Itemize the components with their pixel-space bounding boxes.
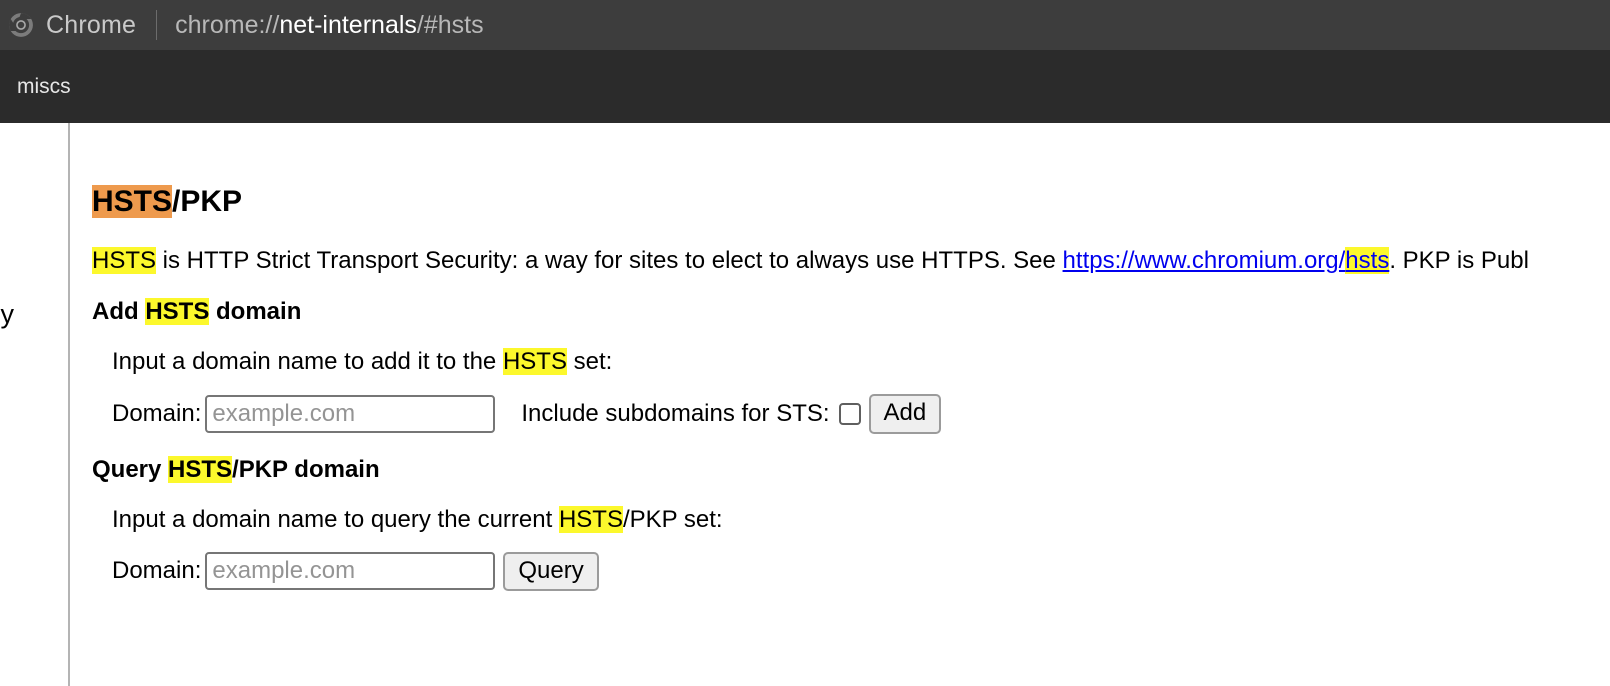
app-name: Chrome (46, 10, 137, 39)
add-button[interactable]: Add (868, 394, 942, 434)
query-domain-input[interactable] (205, 552, 496, 591)
include-subdomains-checkbox[interactable] (838, 402, 861, 425)
window-titlebar: Chrome chrome://net-internals/#hsts (0, 0, 1610, 50)
query-heading-part-2: /PKP domain (232, 455, 380, 483)
find-match: HSTS (502, 348, 567, 375)
description-text-2: . PKP is Publ (1389, 247, 1529, 274)
url-host: net-internals (279, 10, 417, 39)
tab-miscs[interactable]: miscs (13, 69, 75, 105)
add-heading-part-2: domain (209, 298, 302, 325)
find-match: hsts (1345, 247, 1390, 274)
url-prefix: chrome:// (175, 10, 280, 39)
url-text: chrome://net-internals/#hsts (175, 11, 483, 40)
page-title-rest: /PKP (172, 185, 243, 218)
sidebar-item-domain-security-policy[interactable]: olicy (0, 299, 14, 330)
description-text-1: is HTTP Strict Transport Security: a way… (156, 247, 1063, 274)
add-heading-part-1: Add (92, 298, 146, 325)
chromium-hsts-link[interactable]: https://www.chromium.org/hsts (1063, 247, 1390, 274)
query-hsts-section: Input a domain name to query the current… (92, 505, 1610, 592)
page-body: olicy HSTS/PKP HSTS is HTTP Strict Trans… (0, 123, 1610, 686)
add-domain-input[interactable] (205, 394, 496, 433)
chrome-logo-icon (9, 13, 33, 37)
add-hint-part-1: Input a domain name to add it to the (112, 348, 503, 375)
titlebar-divider (156, 10, 158, 40)
find-match: HSTS (558, 505, 623, 533)
query-hint-part-1: Input a domain name to query the current (112, 505, 559, 533)
link-text: https://www.chromium.org/ (1062, 247, 1346, 274)
query-domain-form-row: Domain: Query (112, 551, 1610, 592)
query-domain-label: Domain: (112, 557, 202, 585)
add-hsts-hint: Input a domain name to add it to the HST… (112, 348, 1610, 376)
add-hint-part-2: set: (566, 348, 613, 375)
query-heading-part-1: Query (92, 455, 169, 483)
add-domain-form-row: Domain: Include subdomains for STS: Add (112, 394, 1610, 434)
query-hsts-domain-heading: Query HSTS/PKP domain (92, 455, 1610, 484)
find-match: HSTS (168, 455, 233, 483)
query-hsts-hint: Input a domain name to query the current… (112, 505, 1610, 534)
query-button[interactable]: Query (503, 551, 599, 592)
find-match: HSTS (145, 298, 210, 325)
tab-strip: miscs (0, 50, 1610, 123)
hsts-description: HSTS is HTTP Strict Transport Security: … (92, 246, 1610, 276)
find-match: HSTS (92, 247, 157, 274)
sidebar-clipped: olicy (0, 123, 68, 686)
query-hint-part-2: /PKP set: (622, 505, 723, 533)
add-hsts-section: Input a domain name to add it to the HST… (92, 348, 1610, 434)
add-hsts-domain-heading: Add HSTS domain (92, 298, 1610, 326)
find-match-active: HSTS (92, 185, 173, 218)
add-domain-label: Domain: (112, 399, 202, 427)
url-suffix: /#hsts (416, 10, 484, 39)
include-subdomains-label: Include subdomains for STS: (521, 399, 830, 427)
main-content: HSTS/PKP HSTS is HTTP Strict Transport S… (70, 123, 1610, 686)
page-title: HSTS/PKP (92, 185, 1610, 218)
